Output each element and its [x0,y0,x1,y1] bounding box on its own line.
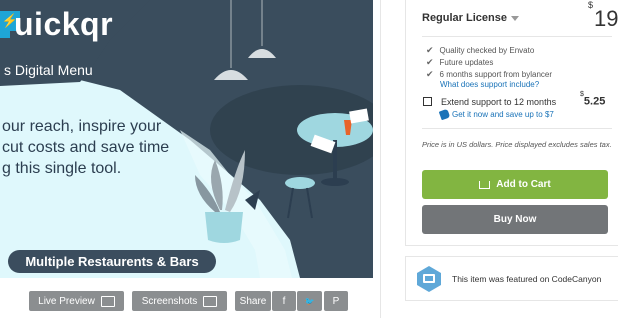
featured-text: This item was featured on CodeCanyon [452,274,602,284]
live-preview-button[interactable]: Live Preview [29,291,124,311]
cart-icon [479,180,491,189]
add-to-cart-button[interactable]: Add to Cart [422,170,608,199]
share-label: Share [235,291,271,311]
hero-text-line: g this single tool. [2,160,122,177]
currency-symbol: $ [580,91,584,98]
feature-text: Future updates [439,58,494,67]
feature-item: ✔ Future updates [426,57,493,68]
support-info-link[interactable]: What does support include? [440,80,539,89]
check-icon: ✔ [426,69,434,79]
item-price: $19 [588,0,618,32]
price-note: Price is in US dollars. Price displayed … [422,140,612,149]
add-to-cart-label: Add to Cart [496,179,551,190]
preview-banner: Multiple Restaurents & Bars [8,250,216,273]
chevron-down-icon [510,15,519,21]
check-icon: ✔ [426,57,434,67]
monitor-icon [100,295,115,307]
currency-symbol: $ [588,0,594,10]
hero-text-line: cut costs and save time [2,139,170,156]
price-value: 19 [594,6,618,31]
divider [422,128,612,129]
twitter-share-button[interactable]: 🐦 [297,291,322,311]
live-preview-label: Live Preview [38,295,95,307]
check-icon: ✔ [426,45,434,55]
feature-text: 6 months support from bylancer [439,70,553,79]
hero-text-line: our reach, inspire your [2,118,162,135]
extend-save-link[interactable]: Get it now and save up to $7 [438,108,554,121]
extend-support-label[interactable]: Extend support to 12 months [441,97,556,107]
bolt-tab-icon [0,30,10,38]
product-subtitle: s Digital Menu [4,62,93,78]
item-preview-image[interactable]: ⚡ uickqr s Digital Menu our reach, inspi… [0,0,373,278]
facebook-icon: f [282,295,286,307]
extend-save-text: Get it now and save up to $7 [452,110,554,119]
facebook-share-button[interactable]: f [272,291,296,311]
extend-price-value: 5.25 [583,95,606,108]
extend-support-price: $5.25 [580,91,606,108]
license-selector[interactable]: Regular License [422,12,519,24]
license-name: Regular License [422,12,507,24]
twitter-icon: 🐦 [304,296,315,306]
tag-icon [438,108,451,121]
buy-now-button[interactable]: Buy Now [422,205,608,234]
feature-item: ✔ Quality checked by Envato [426,45,534,56]
screenshots-button[interactable]: Screenshots [132,291,227,311]
column-divider [380,0,381,318]
pinterest-share-button[interactable]: P [324,291,348,311]
screenshots-label: Screenshots [141,295,198,307]
pinterest-icon: P [332,295,340,307]
featured-badge-icon [417,266,441,292]
divider [422,36,612,37]
product-logo: uickqr [14,6,114,42]
extend-support-checkbox[interactable] [423,97,432,106]
purchase-panel: Regular License $19 ✔ Quality checked by … [405,0,618,246]
feature-text: Quality checked by Envato [439,46,535,55]
image-icon [203,295,218,307]
featured-notice: This item was featured on CodeCanyon [405,256,618,301]
feature-item: ✔ 6 months support from bylancer [426,69,552,80]
